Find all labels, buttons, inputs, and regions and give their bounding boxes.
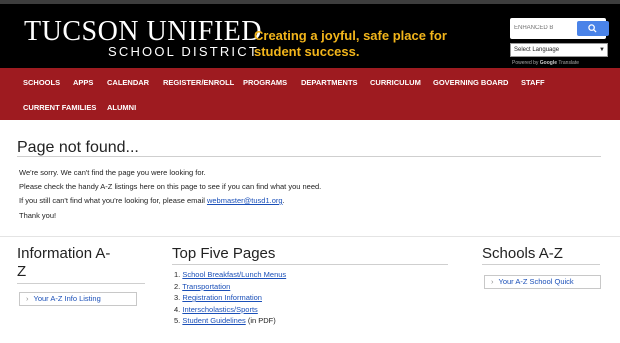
top-five-list: 1. School Breakfast/Lunch Menus 2. Trans… (174, 269, 286, 327)
search-button[interactable] (577, 21, 609, 36)
chevron-down-icon: ▼ (599, 47, 605, 53)
list-item: 3. Registration Information (174, 292, 286, 304)
page-title: Page not found... (17, 139, 139, 156)
contact-text-prefix: If you still can't find what you're look… (19, 196, 207, 205)
nav-current-families[interactable]: CURRENT FAMILIES (23, 103, 96, 112)
chevron-right-icon: › (491, 277, 494, 286)
list-number: 1. (174, 270, 181, 279)
info-az-heading-line2: Z (17, 263, 27, 280)
tagline: Creating a joyful, safe place for studen… (254, 28, 447, 59)
info-az-divider (17, 283, 145, 284)
thank-you-text: Thank you! (19, 211, 57, 220)
nav-programs[interactable]: PROGRAMS (243, 78, 287, 87)
instructions-text: Please check the handy A-Z listings here… (19, 182, 322, 191)
powered-by-google: Powered by Google Translate (512, 60, 579, 66)
nav-register-enroll[interactable]: REGISTER/ENROLL (163, 78, 234, 87)
apology-text: We're sorry. We can't find the page you … (19, 168, 206, 177)
district-logo-subtitle[interactable]: SCHOOL DISTRICT (108, 45, 259, 59)
list-item: 4. Interscholastics/Sports (174, 304, 286, 316)
list-item: 2. Transportation (174, 281, 286, 293)
info-az-heading-line1: Information A- (17, 245, 111, 262)
search-box (510, 18, 609, 39)
list-item: 1. School Breakfast/Lunch Menus (174, 269, 286, 281)
list-number: 5. (174, 316, 181, 325)
schools-az-heading: Schools A-Z (482, 245, 563, 262)
search-input[interactable] (514, 21, 572, 35)
nav-staff[interactable]: STAFF (521, 78, 545, 87)
nav-departments[interactable]: DEPARTMENTS (301, 78, 358, 87)
nav-curriculum[interactable]: CURRICULUM (370, 78, 421, 87)
list-number: 2. (174, 281, 181, 291)
schools-az-quick-button[interactable]: › Your A-Z School Quick (484, 275, 601, 289)
school-menus-link[interactable]: School Breakfast/Lunch Menus (182, 270, 286, 279)
district-logo[interactable]: TUCSON UNIFIED (24, 18, 262, 46)
nav-governing-board[interactable]: GOVERNING BOARD (433, 78, 508, 87)
list-number: 3. (174, 293, 181, 302)
site-header: TUCSON UNIFIED SCHOOL DISTRICT Creating … (0, 4, 620, 68)
webmaster-email-link[interactable]: webmaster@tusd1.org (207, 196, 283, 205)
transportation-link[interactable]: Transportation (182, 282, 230, 291)
nav-calendar[interactable]: CALENDAR (107, 78, 149, 87)
title-divider (17, 156, 601, 157)
contact-text: If you still can't find what you're look… (19, 196, 285, 205)
nav-alumni[interactable]: ALUMNI (107, 103, 136, 112)
student-guidelines-link[interactable]: Student Guidelines (182, 316, 245, 325)
list-item: 5. Student Guidelines (in PDF) (174, 315, 286, 327)
schools-az-quick-label: Your A-Z School Quick (498, 277, 574, 286)
pdf-note: (in PDF) (245, 316, 276, 325)
top-five-divider (172, 264, 448, 265)
sports-link[interactable]: Interscholastics/Sports (182, 305, 257, 314)
section-divider (0, 236, 620, 237)
main-nav: SCHOOLS APPS CALENDAR REGISTER/ENROLL PR… (0, 68, 620, 120)
powered-by-prefix: Powered by (512, 60, 539, 66)
schools-az-divider (482, 264, 600, 265)
info-az-listing-button[interactable]: › Your A-Z Info Listing (19, 292, 137, 306)
search-icon (588, 24, 597, 33)
contact-text-suffix: . (282, 196, 285, 205)
powered-by-suffix[interactable]: Translate (558, 60, 579, 66)
info-az-heading: Information A- Z (17, 245, 110, 281)
google-brand[interactable]: Google (540, 60, 557, 66)
list-number: 4. (174, 304, 181, 314)
chevron-right-icon: › (26, 294, 29, 303)
nav-apps[interactable]: APPS (73, 78, 93, 87)
registration-link[interactable]: Registration Information (182, 293, 262, 302)
language-select-value: Select Language (514, 47, 560, 53)
language-select[interactable]: Select Language ▼ (510, 43, 608, 57)
top-five-heading: Top Five Pages (172, 245, 276, 262)
info-az-listing-label: Your A-Z Info Listing (33, 294, 101, 303)
nav-schools[interactable]: SCHOOLS (23, 78, 60, 87)
